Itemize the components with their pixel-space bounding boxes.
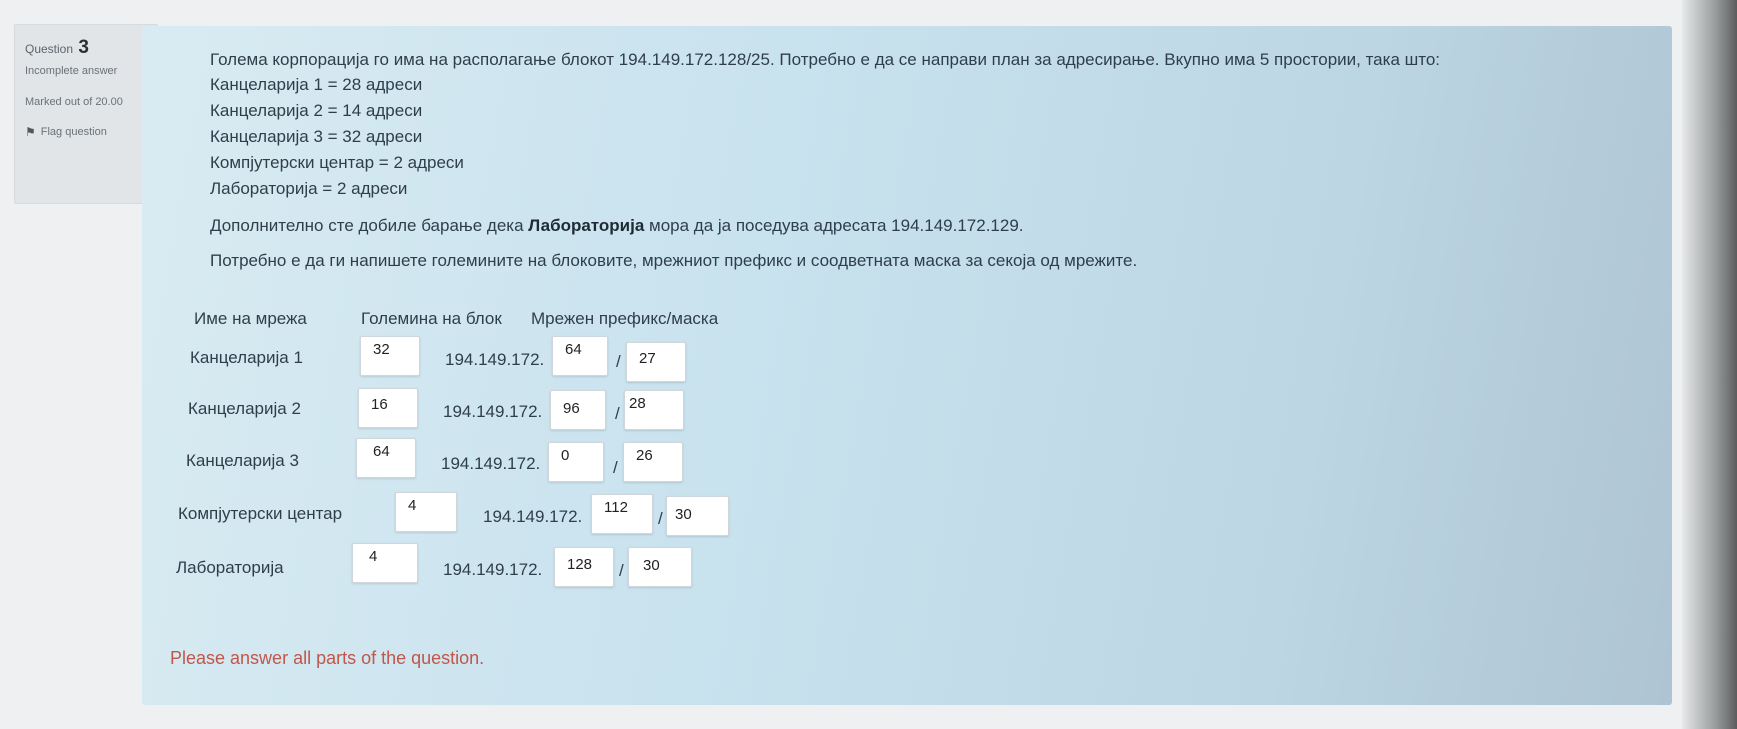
additional-requirement: Дополнително сте добиле барање дека Лабо…: [210, 214, 1650, 238]
screen-edge: [1682, 0, 1737, 729]
question-number-label: Question 3: [25, 37, 147, 59]
additional-requirement-start: Дополнително сте добиле барање дека: [210, 216, 529, 235]
block-size-input-computer-center[interactable]: [395, 492, 457, 532]
prefix-text-office-3: 194.149.172.: [441, 454, 541, 473]
mask-separator-laboratory: /: [619, 561, 624, 580]
block-size-input-laboratory[interactable]: [352, 543, 418, 583]
network-octet-input-computer-center[interactable]: [591, 494, 653, 534]
requirement-office-2: Канцеларија 2 = 14 адреси: [210, 101, 423, 120]
mask-field-computer-center[interactable]: [667, 497, 728, 535]
block-size-input-office-2[interactable]: [358, 388, 418, 428]
row-label-office-3: Канцеларија 3: [186, 451, 299, 470]
validation-message: Please answer all parts of the question.: [170, 648, 485, 668]
mask-input-office-2[interactable]: [624, 390, 684, 430]
block-size-field-computer-center[interactable]: [396, 493, 456, 531]
block-size-field-office-3[interactable]: [357, 439, 415, 477]
network-octet-input-office-2[interactable]: [550, 390, 606, 430]
row-label-computer-center: Компјутерски центар: [178, 504, 343, 523]
question-state: Incomplete answer: [25, 65, 118, 77]
block-size-field-office-1[interactable]: [361, 337, 419, 375]
network-octet-input-laboratory[interactable]: [554, 547, 614, 587]
question-content-panel: Голема корпорација го има на располагање…: [142, 26, 1672, 705]
network-octet-field-office-3[interactable]: [549, 443, 603, 481]
prefix-text-laboratory: 194.149.172.: [443, 560, 543, 579]
mask-input-laboratory[interactable]: [628, 547, 692, 587]
mask-separator-computer-center: /: [658, 509, 663, 528]
network-octet-field-office-2[interactable]: [551, 391, 605, 429]
flag-question-label: Flag question: [40, 126, 107, 138]
requirement-office-1: Канцеларија 1 = 28 адреси: [210, 75, 423, 94]
mask-field-office-2[interactable]: [625, 391, 683, 429]
quiz-page: Question 3 Incomplete answer Marked out …: [0, 0, 1737, 729]
requirement-computer-center: Компјутерски центар = 2 адреси: [210, 153, 464, 172]
network-octet-field-office-1[interactable]: [553, 337, 607, 375]
prefix-text-office-1: 194.149.172.: [445, 350, 545, 369]
question-grade: Marked out of 20.00: [25, 96, 123, 108]
mask-input-computer-center[interactable]: [666, 496, 729, 536]
requirement-laboratory: Лабораторија = 2 адреси: [210, 179, 408, 198]
block-size-field-office-2[interactable]: [359, 389, 417, 427]
question-number: 3: [78, 37, 89, 58]
flag-question-button[interactable]: ⚑ Flag question: [25, 125, 147, 139]
mask-field-office-3[interactable]: [624, 443, 682, 481]
header-network-name: Име на мрежа: [194, 309, 307, 328]
question-info: Question 3 Incomplete answer Marked out …: [14, 24, 158, 204]
block-size-input-office-3[interactable]: [356, 438, 416, 478]
row-label-office-2: Канцеларија 2: [188, 399, 301, 418]
network-octet-field-computer-center[interactable]: [592, 495, 652, 533]
network-octet-input-office-3[interactable]: [548, 442, 604, 482]
requirement-office-3: Канцеларија 3 = 32 адреси: [210, 127, 423, 146]
mask-input-office-1[interactable]: [626, 342, 686, 382]
mask-separator-office-3: /: [613, 458, 618, 477]
additional-requirement-end: мора да ја поседува адресата 194.149.172…: [644, 216, 1024, 235]
flag-icon: ⚑: [25, 125, 36, 139]
header-block-size: Големина на блок: [361, 309, 502, 328]
row-label-office-1: Канцеларија 1: [190, 348, 303, 367]
mask-input-office-3[interactable]: [623, 442, 683, 482]
mask-field-laboratory[interactable]: [629, 548, 691, 586]
additional-requirement-emphasis: Лабораторија: [528, 216, 645, 235]
mask-separator-office-1: /: [616, 352, 621, 371]
question-instruction: Потребно е да ги напишете големините на …: [210, 251, 1138, 270]
block-size-input-office-1[interactable]: [360, 336, 420, 376]
row-label-laboratory: Лабораторија: [176, 558, 284, 577]
block-size-field-laboratory[interactable]: [353, 544, 417, 582]
question-intro: Голема корпорација го има на располагање…: [210, 50, 1441, 69]
prefix-text-computer-center: 194.149.172.: [483, 507, 583, 526]
question-label: Question: [25, 42, 74, 56]
question-text: Голема корпорација го има на располагање…: [210, 48, 1650, 274]
prefix-text-office-2: 194.149.172.: [443, 402, 543, 421]
network-octet-field-laboratory[interactable]: [555, 548, 613, 586]
mask-field-office-1[interactable]: [627, 349, 685, 381]
header-prefix-mask: Мрежен префикс/маска: [531, 309, 719, 328]
mask-separator-office-2: /: [615, 404, 620, 423]
network-octet-input-office-1[interactable]: [552, 336, 608, 376]
